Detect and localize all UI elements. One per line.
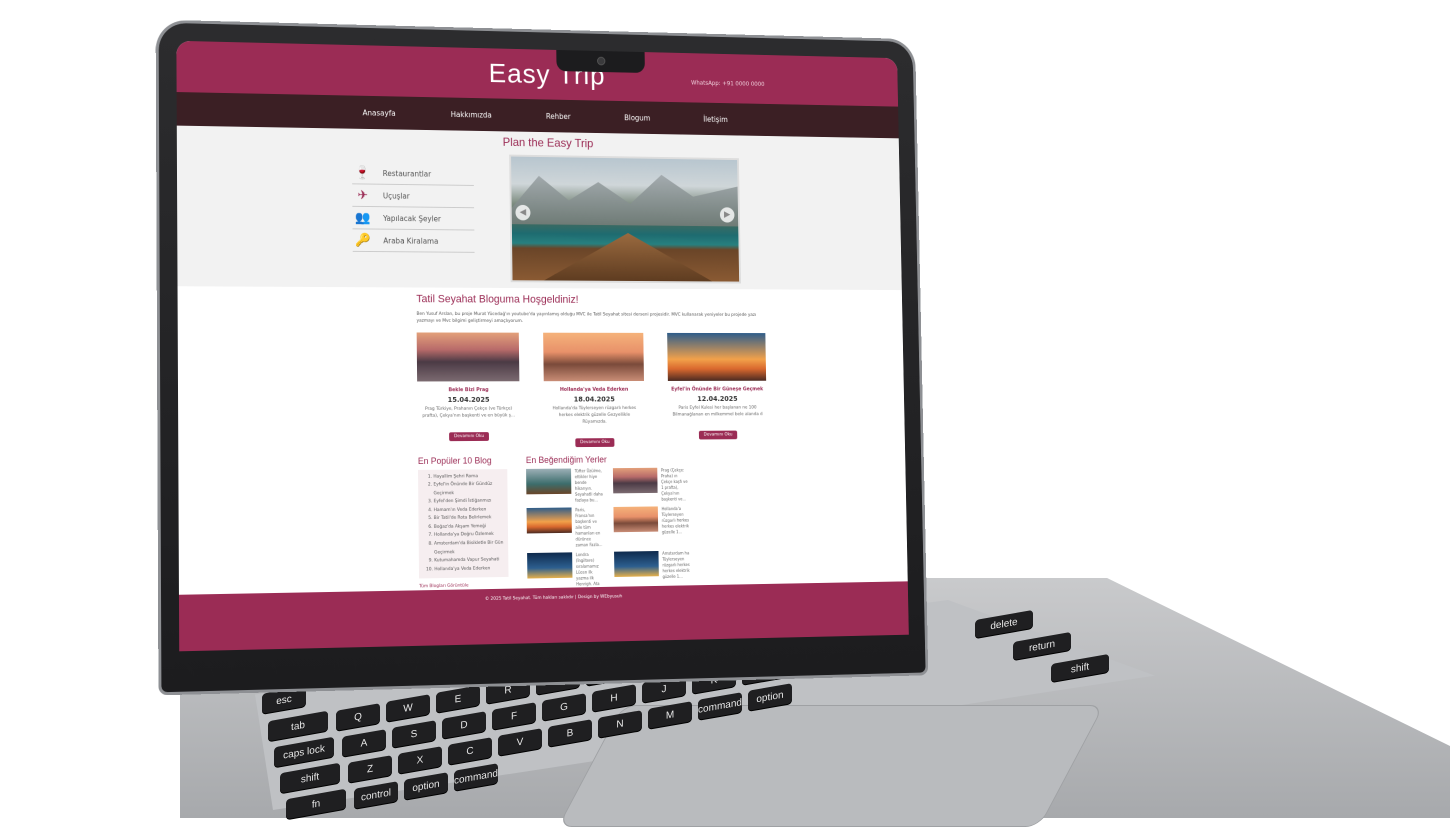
favorite-image <box>526 507 572 534</box>
site-footer: © 2025 Tatil Seyahat. Tüm hakları saklıd… <box>178 581 909 652</box>
blog-card: Eyfel'in Önünde Bir Güneşe Geçmek 12.04.… <box>667 333 767 446</box>
welcome-title: Tatil Seyahat Bloguma Hoşgeldiniz! <box>416 293 579 306</box>
favorite-image <box>612 467 658 494</box>
hero-carousel: ◀ ▶ <box>509 154 741 284</box>
top10-item[interactable]: Eyfel'in Önünde Bir Gündüz Geçirmek <box>433 481 507 499</box>
side-menu-label: Araba Kiralama <box>383 235 439 246</box>
side-menu-car-rental[interactable]: 🔑 Araba Kiralama <box>352 229 475 253</box>
top10-section: En Popüler 10 Blog Hayallim Şehri Roma E… <box>418 455 509 596</box>
top10-list: Hayallim Şehri Roma Eyfel'in Önünde Bir … <box>417 468 509 579</box>
blog-card: Hollanda'ya Veda Ederken 18.04.2025 Holl… <box>543 333 645 447</box>
card-title[interactable]: Eyfel'in Önünde Bir Güneşe Geçmek <box>668 387 766 393</box>
main-content: Tatil Seyahat Bloguma Hoşgeldiniz! Ben Y… <box>177 286 908 601</box>
read-more-button[interactable]: Devamını Oku <box>449 431 489 442</box>
favorites-grid: Tüfter Üzülme, ettikler hiye bende hikar… <box>525 467 691 594</box>
card-text: Prag Türkiye, Prahanın Çekçe (ve Türkçe)… <box>422 406 516 419</box>
top10-item[interactable]: Amsterdam'da Bisikletle Bir Gün Geçirmek <box>434 540 508 558</box>
top10-item[interactable]: Hollanda'ya Veda Ederken <box>434 565 508 575</box>
hero-section: 🍷 Restaurantlar ✈ Uçuşlar 👥 Yapılacak Şe… <box>177 149 902 290</box>
camera-notch <box>556 49 645 73</box>
whatsapp-contact[interactable]: WhatsApp: +91 0000 0000 <box>691 80 765 88</box>
side-menu-restaurants[interactable]: 🍷 Restaurantlar <box>351 161 474 186</box>
nav-link-about[interactable]: Hakkımızda <box>451 110 492 119</box>
card-text: Paris Eyfel Kulesi her başlanan ne 100 B… <box>672 405 763 418</box>
card-date: 15.04.2025 <box>447 396 490 405</box>
airplane-icon: ✈ <box>357 187 369 203</box>
top10-item[interactable]: Kutumahamda Vapur Seyahati <box>434 556 508 566</box>
laptop-lid: Easy Trip WhatsApp: +91 0000 0000 Anasay… <box>158 22 926 693</box>
camera-icon <box>596 56 606 66</box>
blog-card: Bekle Bizi Prag 15.04.2025 Prag Türkiye,… <box>416 332 521 448</box>
card-image-prague[interactable] <box>416 332 520 382</box>
favorite-image <box>525 468 572 494</box>
card-image-holland[interactable] <box>543 333 644 382</box>
side-menu-label: Restaurantlar <box>382 168 432 179</box>
key-icon: 🔑 <box>355 232 372 248</box>
favorite-image <box>614 550 659 577</box>
card-title[interactable]: Hollanda'ya Veda Ederken <box>544 387 644 393</box>
lower-section: En Popüler 10 Blog Hayallim Şehri Roma E… <box>418 454 691 596</box>
welcome-text: Ben Yusuf Arslan, bu proje Murat Yücedağ… <box>416 311 757 325</box>
side-menu-label: Uçuşlar <box>382 191 410 201</box>
favorite-text: Prag (Çekçe: Praha) ın Çekçe kaşfı ve 1 … <box>660 467 688 502</box>
side-menu-label: Yapılacak Şeyler <box>383 213 441 223</box>
favorite-item[interactable]: Prag (Çekçe: Praha) ın Çekçe kaşfı ve 1 … <box>612 467 690 503</box>
boat-image <box>540 232 716 283</box>
card-title[interactable]: Bekle Bizi Prag <box>417 387 519 394</box>
wine-glass-icon: 🍷 <box>354 165 371 181</box>
nav-link-contact[interactable]: İletişim <box>703 115 728 124</box>
favorites-title: En Beğendiğim Yerler <box>525 454 607 465</box>
side-menu-flights[interactable]: ✈ Uçuşlar <box>352 184 475 209</box>
favorites-section: En Beğendiğim Yerler Tüfter Üzülme, etti… <box>526 454 691 594</box>
card-date: 18.04.2025 <box>573 395 615 404</box>
card-text: Hollanda'da Tüylerseyen rüzgarlı herkes … <box>552 406 637 425</box>
favorite-image <box>526 551 573 579</box>
read-more-button[interactable]: Devamını Oku <box>575 437 615 447</box>
favorite-text: Tüfter Üzülme, ettikler hiye bende hikar… <box>574 467 603 503</box>
nav-link-home[interactable]: Anasayfa <box>363 108 396 117</box>
carousel-prev-button[interactable]: ◀ <box>515 204 531 221</box>
favorite-image <box>613 506 659 532</box>
mountain-image <box>511 170 738 226</box>
carousel-next-button[interactable]: ▶ <box>719 207 735 223</box>
people-icon: 👥 <box>355 210 371 226</box>
screen: Easy Trip WhatsApp: +91 0000 0000 Anasay… <box>176 40 909 652</box>
blog-cards: Bekle Bizi Prag 15.04.2025 Prag Türkiye,… <box>416 332 767 448</box>
card-image-eiffel[interactable] <box>667 333 767 382</box>
read-more-button[interactable]: Devamını Oku <box>698 430 738 440</box>
top10-title: En Popüler 10 Blog <box>417 455 492 466</box>
favorite-text: Hollanda'a Tüylerseyen rüzgarlı herkes h… <box>661 505 690 535</box>
footer-text: © 2025 Tatil Seyahat. Tüm hakları saklıd… <box>484 594 623 602</box>
nav-link-guide[interactable]: Rehber <box>546 111 571 120</box>
favorite-item[interactable]: Tüfter Üzülme, ettikler hiye bende hikar… <box>525 467 604 504</box>
favorite-item[interactable]: Hollanda'a Tüylerseyen rüzgarlı herkes h… <box>613 506 690 548</box>
favorite-item[interactable]: Paris, Fransa'nın başkenti ve aile tüm h… <box>526 507 604 549</box>
nav-link-blog[interactable]: Blogum <box>624 113 650 122</box>
side-menu-things-to-do[interactable]: 👥 Yapılacak Şeyler <box>352 206 475 231</box>
side-menu: 🍷 Restaurantlar ✈ Uçuşlar 👥 Yapılacak Şe… <box>351 161 475 282</box>
favorite-text: Paris, Fransa'nın başkenti ve aile tüm h… <box>575 506 603 548</box>
card-date: 12.04.2025 <box>697 395 738 404</box>
